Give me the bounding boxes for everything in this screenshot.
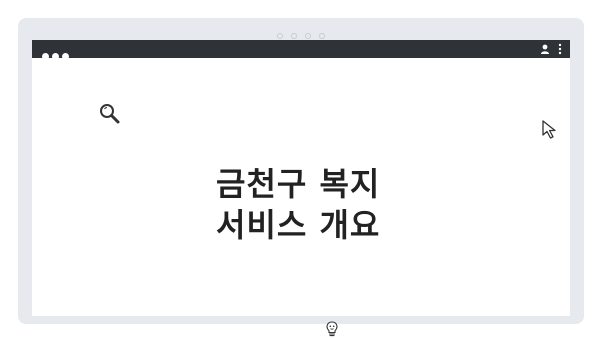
indicator-dot [319, 33, 325, 39]
maximize-window-button[interactable] [62, 53, 69, 60]
indicator-dot [277, 33, 283, 39]
window-controls [42, 45, 72, 64]
titlebar-actions [540, 43, 562, 55]
top-indicator-dots [18, 24, 584, 39]
browser-window: 금천구 복지 서비스 개요 [32, 40, 570, 337]
window-titlebar [32, 40, 570, 60]
title-line-2: 서비스 개요 [216, 206, 381, 244]
screen-frame: 금천구 복지 서비스 개요 [18, 18, 584, 337]
lightbulb-icon [326, 321, 338, 337]
search-icon [100, 104, 120, 124]
kebab-menu-icon[interactable] [558, 43, 562, 55]
page-title: 금천구 복지 서비스 개요 [216, 164, 380, 246]
close-window-button[interactable] [42, 53, 49, 60]
title-line-1: 금천구 복지 [216, 165, 381, 203]
cursor-arrow-icon [542, 120, 556, 139]
indicator-dot [291, 33, 297, 39]
minimize-window-button[interactable] [52, 53, 59, 60]
user-icon[interactable] [540, 43, 550, 55]
indicator-dot [305, 33, 311, 39]
